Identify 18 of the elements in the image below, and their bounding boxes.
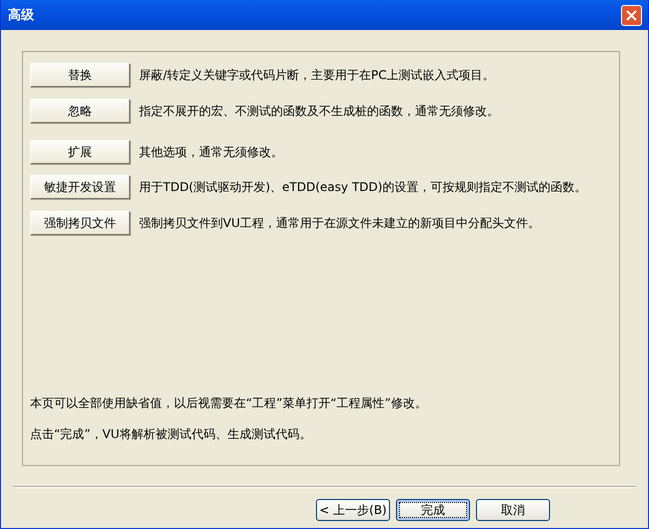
note-text: 点击“完成”，VU将解析被测试代码、生成测试代码。 [30, 426, 312, 443]
wizard-button[interactable]: 取消 [476, 499, 550, 521]
wizard-button[interactable]: 完成 [396, 499, 470, 521]
option-button[interactable]: 敏捷开发设置 [30, 175, 130, 199]
wizard-button[interactable]: < 上一步(B) [316, 499, 390, 521]
option-description: 指定不展开的宏、不测试的函数及不生成桩的函数，通常无须修改。 [139, 102, 499, 120]
note-text: 本页可以全部使用缺省值，以后视需要在“工程”菜单打开“工程属性”修改。 [30, 395, 428, 412]
option-button[interactable]: 扩展 [30, 140, 130, 164]
option-button[interactable]: 忽略 [30, 99, 130, 123]
option-description: 强制拷贝文件到VU工程，通常用于在源文件未建立的新项目中分配头文件。 [139, 214, 540, 232]
close-button[interactable] [621, 4, 642, 26]
close-icon [626, 10, 637, 20]
option-button[interactable]: 替换 [30, 63, 130, 87]
option-description: 其他选项，通常无须修改。 [139, 144, 283, 160]
window-title: 高级 [8, 6, 34, 24]
option-description: 屏蔽/转定义关键字或代码片断，主要用于在PC上测试嵌入式项目。 [139, 66, 495, 84]
option-description: 用于TDD(测试驱动开发)、eTDD(easy TDD)的设置，可按规则指定不测试的函数。 [139, 178, 586, 196]
option-button[interactable]: 强制拷贝文件 [30, 211, 130, 235]
